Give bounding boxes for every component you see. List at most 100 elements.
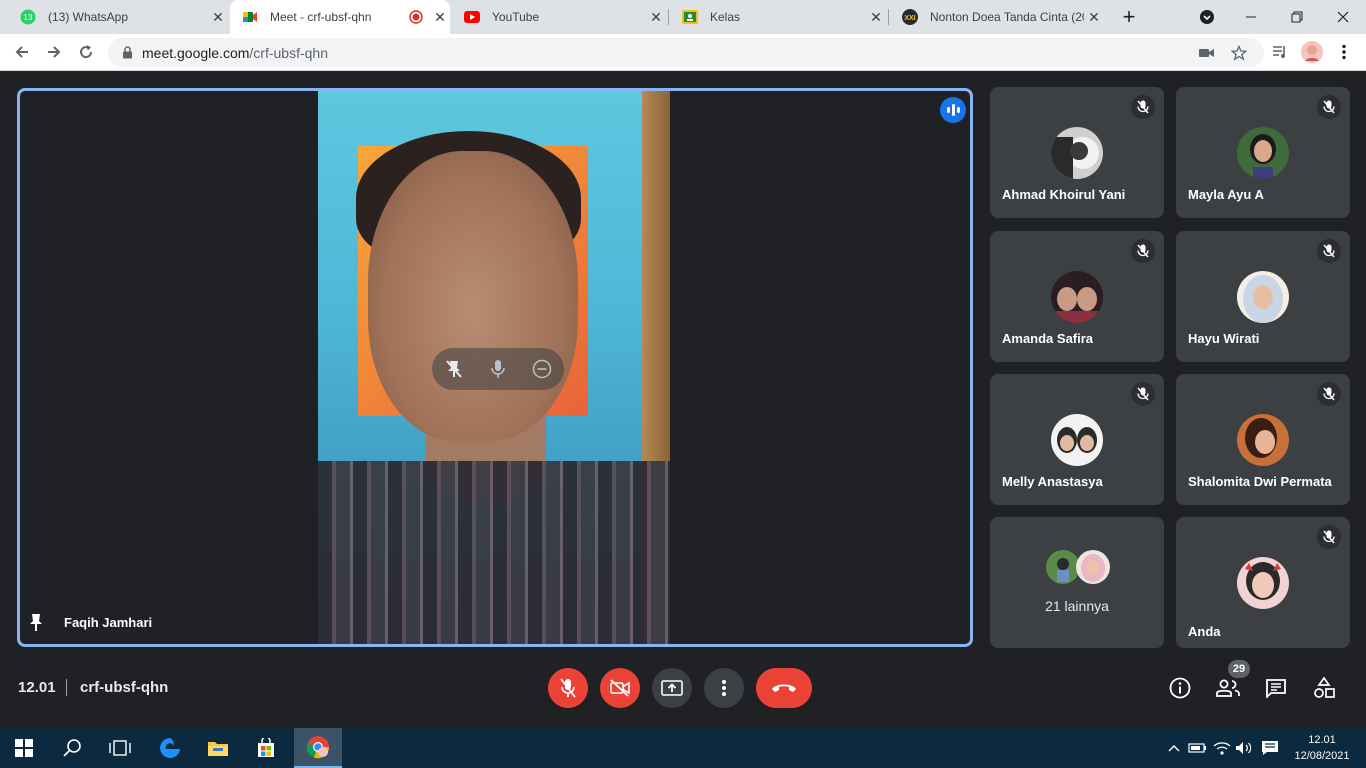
participant-tile[interactable]: Shalomita Dwi Permata [1176,374,1350,505]
info-icon [1169,677,1191,699]
tab-separator [668,9,669,25]
participant-tile[interactable]: Amanda Safira [990,231,1164,362]
more-options-button[interactable] [704,668,744,708]
clock-date: 12/08/2021 [1294,750,1350,762]
whatsapp-icon: 13 [20,9,36,25]
tab-label: Meet - crf-ubsf-qhn [270,10,372,24]
profile-avatar[interactable] [1298,38,1326,66]
task-view-button[interactable] [96,728,144,768]
meeting-time: 12.01 [18,679,56,696]
show-everyone-button[interactable] [1215,676,1241,700]
chat-button[interactable] [1263,676,1289,700]
present-screen-button[interactable] [652,668,692,708]
tab-kelas[interactable]: Kelas ✕ [670,0,886,34]
tab-youtube[interactable]: YouTube ✕ [452,0,666,34]
mic-off-icon [1317,525,1341,549]
bookmark-star-icon[interactable] [1230,44,1248,62]
close-tab-icon[interactable]: ✕ [208,9,228,26]
playlist-icon [1273,46,1285,58]
participant-name: Melly Anastasya [1002,474,1103,489]
present-to-all-icon [661,680,683,696]
camera-in-use-icon[interactable] [1198,44,1216,62]
avatar [1237,127,1289,179]
close-tab-icon[interactable]: ✕ [646,9,666,26]
participant-name: Hayu Wirati [1188,331,1260,346]
reload-button[interactable] [72,38,100,66]
chrome-app[interactable] [294,728,342,768]
avatar [1237,414,1289,466]
volume-icon[interactable] [1234,738,1254,758]
chrome-icon [306,736,330,759]
youtube-icon [464,9,480,25]
tab-label: YouTube [492,10,540,24]
recording-icon [408,9,424,25]
more-participants-tile[interactable]: 21 lainnya [990,517,1164,648]
restore-button[interactable] [1274,0,1320,34]
tab-whatsapp[interactable]: 13 (13) WhatsApp ✕ [8,0,228,34]
camera-toggle-button[interactable] [600,668,640,708]
close-tab-icon[interactable]: ✕ [430,9,450,26]
participant-tile[interactable]: Mayla Ayu A [1176,87,1350,218]
lock-icon[interactable] [120,46,134,60]
remove-participant-icon[interactable] [528,355,556,383]
participant-tile[interactable]: Ahmad Khoirul Yani [990,87,1164,218]
pin-icon[interactable] [28,613,48,635]
tab-nonton[interactable]: XXI Nonton Doea Tanda Cinta (20 ✕ [890,0,1104,34]
back-arrow-icon [15,46,28,58]
meeting-details-button[interactable] [1167,676,1193,700]
microphone-toggle-button[interactable] [548,668,588,708]
close-tab-icon[interactable]: ✕ [866,9,886,26]
close-window-button[interactable] [1320,0,1366,34]
tab-search-button[interactable] [1184,0,1230,34]
start-button[interactable] [0,728,48,768]
show-hidden-icons-button[interactable] [1164,738,1184,758]
forward-button[interactable] [40,38,68,66]
main-speaker-tile[interactable]: Faqih Jamhari [17,88,973,647]
address-bar[interactable]: meet.google.com/crf-ubsf-qhn [108,38,1264,67]
mic-off-icon [1317,95,1341,119]
url-text: meet.google.com/crf-ubsf-qhn [142,44,328,61]
leave-call-button[interactable] [756,668,812,708]
self-tile[interactable]: Anda [1176,517,1350,648]
search-icon [63,739,81,757]
close-tab-icon[interactable]: ✕ [1084,9,1104,26]
avatar [1051,271,1103,323]
mic-off-icon [1317,382,1341,406]
participant-name: Amanda Safira [1002,331,1094,346]
mic-off-icon [560,678,576,698]
unpin-icon[interactable] [440,355,468,383]
meeting-code: crf-ubsf-qhn [80,679,169,696]
back-button[interactable] [8,38,36,66]
google-meet-icon [242,9,258,25]
participant-name: Mayla Ayu A [1188,187,1264,202]
forward-arrow-icon [48,46,61,58]
store-app[interactable] [242,728,290,768]
chat-icon [1266,679,1286,698]
tab-label: Kelas [710,10,741,24]
mic-off-icon [1131,382,1155,406]
participant-tile[interactable]: Melly Anastasya [990,374,1164,505]
people-icon [1216,679,1240,697]
participant-tile[interactable]: Hayu Wirati [1176,231,1350,362]
taskbar-clock[interactable]: 12.01 12/08/2021 [1284,732,1360,764]
search-button[interactable] [48,728,96,768]
browser-tab-strip: 13 (13) WhatsApp ✕ Meet - crf-ubsf-qhn ✕… [0,0,1366,34]
wifi-icon[interactable] [1212,738,1232,758]
more-vert-icon [722,680,726,696]
participant-name: Ahmad Khoirul Yani [1002,187,1126,202]
edge-app[interactable] [146,728,194,768]
tab-meet[interactable]: Meet - crf-ubsf-qhn ✕ [230,0,450,34]
minimize-button[interactable] [1228,0,1274,34]
activities-button[interactable] [1311,676,1337,700]
file-explorer-app[interactable] [194,728,242,768]
battery-icon[interactable] [1188,738,1208,758]
notification-center-icon[interactable] [1260,738,1280,758]
new-tab-button[interactable]: + [1106,0,1152,34]
media-control-button[interactable] [1266,38,1294,66]
mic-off-icon [1131,239,1155,263]
chrome-menu-button[interactable] [1330,38,1358,66]
avatar [1237,271,1289,323]
windows-logo-icon [15,739,33,757]
mute-participant-icon[interactable] [484,355,512,383]
participant-count-badge: 29 [1228,660,1250,678]
